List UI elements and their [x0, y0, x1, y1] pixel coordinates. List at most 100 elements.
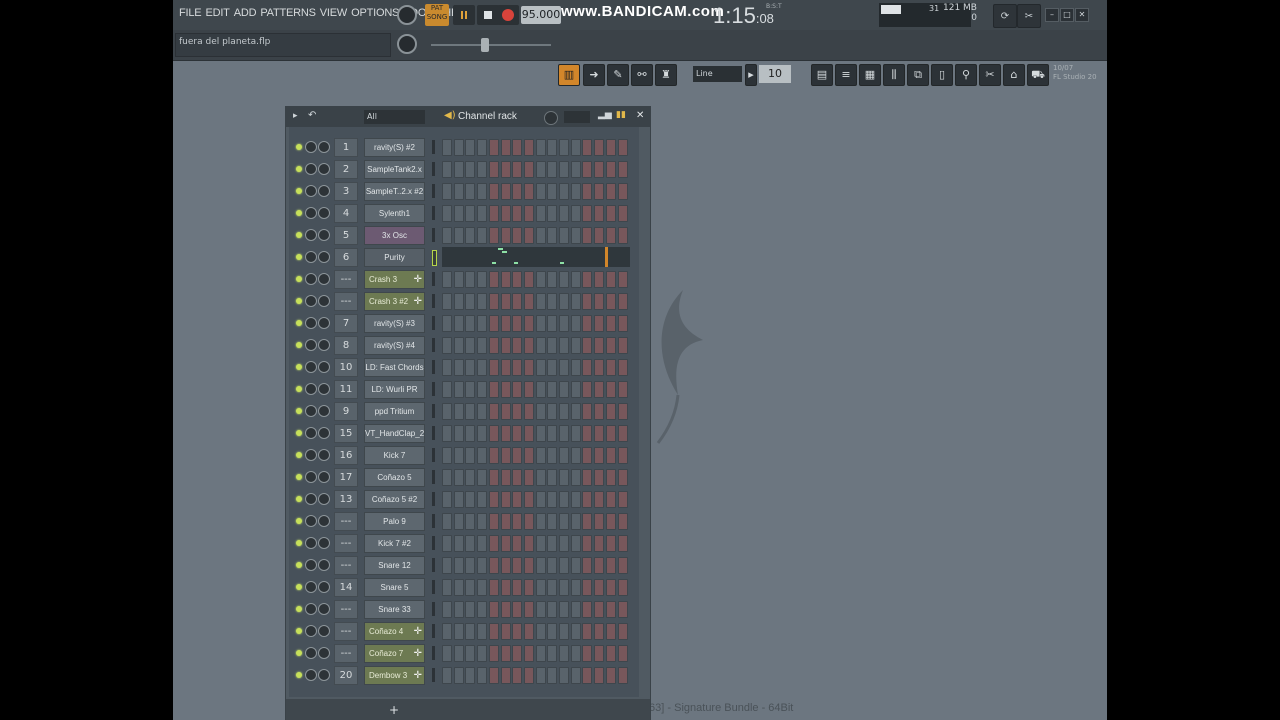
- step-button[interactable]: [500, 645, 511, 662]
- step-button[interactable]: [523, 425, 534, 442]
- step-button[interactable]: [442, 645, 452, 662]
- mixer-view-tool[interactable]: ⫼: [883, 64, 905, 86]
- step-button[interactable]: [500, 359, 511, 376]
- step-button[interactable]: [512, 425, 523, 442]
- step-button[interactable]: [512, 139, 523, 156]
- channel-name-button[interactable]: Crash 3 ✛: [364, 270, 425, 289]
- step-button[interactable]: [547, 381, 558, 398]
- step-button[interactable]: [488, 425, 499, 442]
- step-button[interactable]: [512, 579, 523, 596]
- step-button[interactable]: [488, 557, 499, 574]
- channel-select-box[interactable]: [432, 382, 435, 396]
- step-button[interactable]: [582, 469, 593, 486]
- step-button[interactable]: [523, 293, 534, 310]
- step-button[interactable]: [442, 469, 452, 486]
- step-button[interactable]: [617, 645, 628, 662]
- step-button[interactable]: [465, 227, 476, 244]
- channel-mixer-track[interactable]: 15: [334, 424, 358, 443]
- channel-row[interactable]: 16 Kick 7: [289, 444, 639, 466]
- channel-pan-knob[interactable]: [305, 229, 317, 241]
- step-button[interactable]: [512, 601, 523, 618]
- step-button[interactable]: [488, 161, 499, 178]
- step-button[interactable]: [465, 447, 476, 464]
- step-button[interactable]: [605, 403, 616, 420]
- step-button[interactable]: [547, 579, 558, 596]
- channel-row[interactable]: --- Crash 3 ✛: [289, 268, 639, 290]
- channel-mute-led[interactable]: [296, 452, 302, 458]
- step-button[interactable]: [488, 645, 499, 662]
- channel-select-box[interactable]: [432, 624, 435, 638]
- step-button[interactable]: [453, 623, 464, 640]
- channel-select-box[interactable]: [432, 250, 437, 266]
- step-button[interactable]: [523, 535, 534, 552]
- step-button[interactable]: [477, 557, 488, 574]
- channel-mute-led[interactable]: [296, 342, 302, 348]
- step-button[interactable]: [582, 403, 593, 420]
- channel-name-button[interactable]: SampleTank2.x: [364, 160, 425, 179]
- step-button[interactable]: [605, 513, 616, 530]
- step-button[interactable]: [559, 271, 569, 288]
- channel-mute-led[interactable]: [296, 166, 302, 172]
- channel-mixer-track[interactable]: 13: [334, 490, 358, 509]
- step-button[interactable]: [617, 293, 628, 310]
- step-button[interactable]: [465, 513, 476, 530]
- menu-item-edit[interactable]: EDIT: [205, 7, 229, 19]
- channel-select-box[interactable]: [432, 668, 435, 682]
- step-button[interactable]: [582, 579, 593, 596]
- step-button[interactable]: [465, 205, 476, 222]
- channel-mixer-track[interactable]: 20: [334, 666, 358, 685]
- channel-mixer-track[interactable]: ---: [334, 512, 358, 531]
- channel-row[interactable]: 17 Coñazo 5: [289, 466, 639, 488]
- step-button[interactable]: [488, 227, 499, 244]
- step-button[interactable]: [605, 359, 616, 376]
- channel-mixer-track[interactable]: 16: [334, 446, 358, 465]
- step-button[interactable]: [453, 579, 464, 596]
- channel-pan-knob[interactable]: [305, 493, 317, 505]
- channel-name-button[interactable]: ravity(S) #4: [364, 336, 425, 355]
- channel-volume-knob[interactable]: [318, 229, 330, 241]
- step-button[interactable]: [523, 315, 534, 332]
- step-button[interactable]: [477, 403, 488, 420]
- step-button[interactable]: [488, 403, 499, 420]
- step-button[interactable]: [477, 447, 488, 464]
- channel-row[interactable]: 14 Snare 5: [289, 576, 639, 598]
- step-button[interactable]: [559, 645, 569, 662]
- channel-pan-knob[interactable]: [305, 141, 317, 153]
- step-button[interactable]: [453, 403, 464, 420]
- step-button[interactable]: [488, 381, 499, 398]
- step-button[interactable]: [594, 403, 605, 420]
- step-button[interactable]: [500, 205, 511, 222]
- channel-row[interactable]: --- Crash 3 #2 ✛: [289, 290, 639, 312]
- step-button[interactable]: [465, 623, 476, 640]
- step-button[interactable]: [523, 601, 534, 618]
- channel-select-box[interactable]: [432, 140, 435, 154]
- step-button[interactable]: [594, 139, 605, 156]
- channel-mixer-track[interactable]: 8: [334, 336, 358, 355]
- channel-mute-led[interactable]: [296, 496, 302, 502]
- step-button[interactable]: [442, 161, 452, 178]
- step-button[interactable]: [465, 579, 476, 596]
- step-button[interactable]: [465, 359, 476, 376]
- step-button[interactable]: [453, 469, 464, 486]
- step-button[interactable]: [523, 491, 534, 508]
- step-button[interactable]: [453, 337, 464, 354]
- step-button[interactable]: [500, 161, 511, 178]
- step-button[interactable]: [500, 403, 511, 420]
- step-button[interactable]: [570, 381, 581, 398]
- step-button[interactable]: [477, 425, 488, 442]
- step-button[interactable]: [617, 359, 628, 376]
- step-button[interactable]: [617, 557, 628, 574]
- play-button[interactable]: [453, 5, 475, 25]
- channel-pan-knob[interactable]: [305, 647, 317, 659]
- step-button[interactable]: [535, 381, 546, 398]
- step-button[interactable]: [488, 315, 499, 332]
- channel-name-button[interactable]: SampleT..2.x #2: [364, 182, 425, 201]
- channel-volume-knob[interactable]: [318, 383, 330, 395]
- channel-filter[interactable]: All: [364, 110, 425, 124]
- channel-volume-knob[interactable]: [318, 427, 330, 439]
- master-pitch-knob[interactable]: [397, 34, 417, 54]
- step-button[interactable]: [535, 403, 546, 420]
- rack-menu-arrow[interactable]: ▸: [293, 111, 298, 121]
- step-button[interactable]: [535, 315, 546, 332]
- step-button[interactable]: [594, 579, 605, 596]
